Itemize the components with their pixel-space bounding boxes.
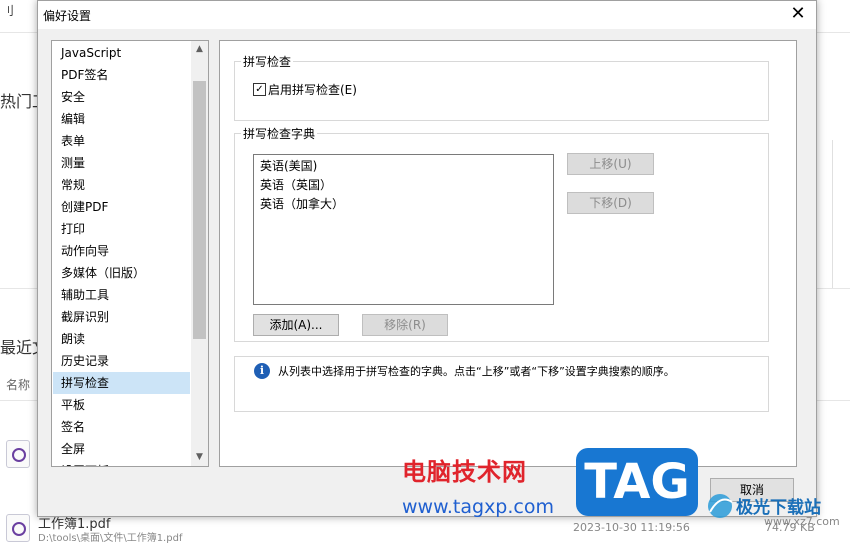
list-item[interactable]: 英语（加拿大） (260, 195, 344, 214)
category-item[interactable]: 打印 (53, 218, 190, 240)
dictionary-group-label: 拼写检查字典 (241, 125, 318, 142)
dialog-title: 偏好设置 (43, 9, 92, 23)
category-item[interactable]: 动作向导 (53, 240, 190, 262)
category-item[interactable]: 多媒体（旧版） (53, 262, 190, 284)
watermark-site-url: www.tagxp.com (402, 496, 554, 518)
spell-check-group-label: 拼写检查 (241, 53, 294, 70)
category-item[interactable]: 拼写检查 (53, 372, 190, 394)
info-icon: i (254, 363, 270, 379)
close-icon[interactable]: ✕ (788, 4, 808, 24)
enable-spell-check-checkbox[interactable]: ✓ (253, 83, 266, 96)
category-item[interactable]: 表单 (53, 130, 190, 152)
enable-spell-check-label[interactable]: 启用拼写检查(E) (268, 81, 357, 98)
category-item[interactable]: JavaScript (53, 42, 190, 64)
watermark-tag-logo: TAG (576, 448, 698, 516)
remove-button[interactable]: 移除(R) (362, 314, 448, 336)
category-item[interactable]: 测量 (53, 152, 190, 174)
scroll-up-icon[interactable]: ▲ (191, 41, 208, 58)
info-text: 从列表中选择用于拼写检查的字典。点击“上移”或者“下移”设置字典搜索的顺序。 (278, 365, 675, 378)
category-item[interactable]: 平板 (53, 394, 190, 416)
move-up-button[interactable]: 上移(U) (567, 153, 654, 175)
pdf-file-icon (6, 440, 30, 468)
category-item[interactable]: 设置面板 (53, 460, 190, 466)
list-item[interactable]: 英语（英国） (260, 176, 332, 195)
category-item[interactable]: PDF签名 (53, 64, 190, 86)
category-item[interactable]: 朗读 (53, 328, 190, 350)
scroll-thumb[interactable] (193, 81, 206, 339)
category-item[interactable]: 安全 (53, 86, 190, 108)
category-scrollbar[interactable]: ▲ ▼ (191, 41, 208, 466)
list-item[interactable]: 英语(美国) (260, 157, 317, 176)
dialog-titlebar: 偏好设置 ✕ (38, 1, 816, 29)
category-item[interactable]: 创建PDF (53, 196, 190, 218)
pdf-file-icon (6, 514, 30, 542)
add-button[interactable]: 添加(A)... (253, 314, 339, 336)
move-down-button[interactable]: 下移(D) (567, 192, 654, 214)
bg-name-header: 名称 (6, 378, 31, 392)
settings-panel: 拼写检查 ✓ 启用拼写检查(E) 拼写检查字典 英语(美国) 英语（英国） 英语… (219, 40, 797, 467)
category-item[interactable]: 编辑 (53, 108, 190, 130)
category-item[interactable]: 全屏 (53, 438, 190, 460)
category-list[interactable]: JavaScript PDF签名 安全 编辑 表单 测量 常规 创建PDF 打印 动作向导 多媒体（… (51, 40, 209, 467)
preferences-dialog: 偏好设置 ✕ JavaScript PDF签名 安全 编辑 表单 测量 常规 创建PDF 打印动… (37, 0, 817, 517)
bg-card-border (832, 140, 833, 288)
category-item[interactable]: 截屏识别 (53, 306, 190, 328)
category-item[interactable]: 历史记录 (53, 350, 190, 372)
scroll-down-icon[interactable]: ▼ (191, 449, 208, 466)
category-item[interactable]: 常规 (53, 174, 190, 196)
dictionary-list[interactable]: 英语(美国) 英语（英国） 英语（加拿大） (253, 154, 554, 305)
bg-tab-fragment: 刂 (2, 4, 15, 18)
category-item[interactable]: 辅助工具 (53, 284, 190, 306)
category-item[interactable]: 签名 (53, 416, 190, 438)
bg-file-time: 2023-10-30 11:19:56 (573, 521, 690, 534)
watermark-site-name: 电脑技术网 (402, 458, 527, 486)
watermark-logo-url: www.xz7.com (764, 515, 840, 528)
